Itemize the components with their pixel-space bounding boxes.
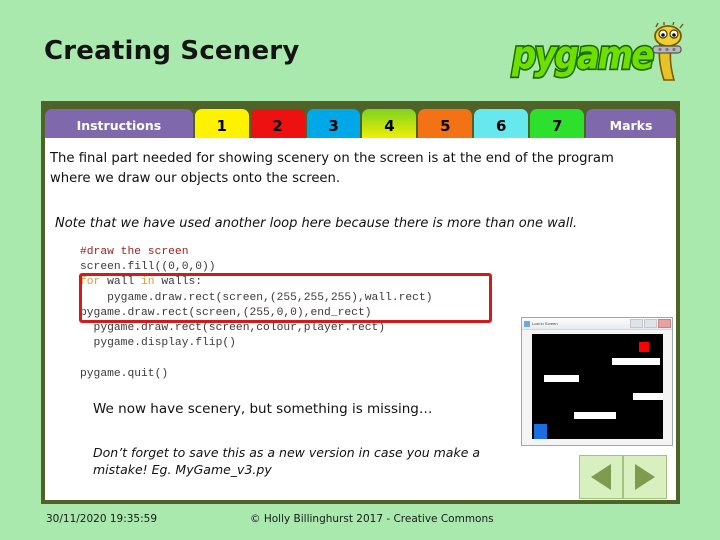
footer-timestamp: 30/11/2020 19:35:59 xyxy=(46,513,158,525)
scenery-result-text: We now have scenery, but something is mi… xyxy=(93,401,433,417)
tab-label: 6 xyxy=(496,116,507,135)
back-arrow-icon xyxy=(591,464,611,490)
tab-label: Instructions xyxy=(76,118,162,133)
tab-label: 7 xyxy=(551,116,563,135)
minimize-icon xyxy=(630,319,643,328)
save-tip-text: Don’t forget to save this as a new versi… xyxy=(93,445,481,477)
note-paragraph: Note that we have used another loop here… xyxy=(55,216,578,231)
tab-label: 2 xyxy=(272,116,283,135)
code-line: pygame.quit() xyxy=(80,367,169,380)
forward-arrow-icon xyxy=(635,464,655,490)
footer-copyright: © Holly Billinghurst 2017 - Creative Com… xyxy=(250,513,494,525)
code-line: pygame.display.flip() xyxy=(80,337,236,350)
window-title-text: Lost in Screen xyxy=(532,321,558,326)
tab-label: 4 xyxy=(384,116,395,135)
forward-button[interactable] xyxy=(623,455,667,499)
tab-bar[interactable]: Instructions 1 2 3 4 5 6 7 Marks xyxy=(41,101,680,142)
close-icon xyxy=(658,319,671,328)
window-app-icon xyxy=(524,320,530,327)
intro-paragraph: The final part needed for showing scener… xyxy=(50,151,614,186)
back-button[interactable] xyxy=(579,455,623,499)
maximize-icon xyxy=(644,319,657,328)
tab-label: 1 xyxy=(216,116,227,135)
navigation-buttons[interactable] xyxy=(579,455,667,499)
code-block: #draw the screen screen.fill((0,0,0)) for … xyxy=(80,245,433,382)
code-line: #draw the screen xyxy=(80,246,189,258)
code-line: pygame.draw.rect(screen,(255,255,255),wa… xyxy=(80,291,433,304)
window-titlebar: Lost in Screen xyxy=(522,318,672,330)
snake-mascot-icon xyxy=(652,22,684,81)
game-wall xyxy=(632,393,663,400)
code-line: pygame.draw.rect(screen,(255,0,0),end_re… xyxy=(80,306,372,319)
game-wall xyxy=(573,412,616,419)
pygame-window-screenshot: Lost in Screen xyxy=(521,317,673,446)
tab-label: 3 xyxy=(328,116,339,135)
window-controls xyxy=(630,319,671,328)
pygame-logo-text: pygame xyxy=(512,33,654,79)
pygame-logo: pygame pygame xyxy=(508,22,688,90)
page-title: Creating Scenery xyxy=(44,36,300,66)
code-line: pygame.draw.rect(screen,colour,player.re… xyxy=(80,322,386,335)
game-wall xyxy=(543,375,579,382)
tab-label: Marks xyxy=(609,118,653,133)
code-line: screen.fill((0,0,0)) xyxy=(80,261,216,274)
game-canvas xyxy=(531,334,663,439)
game-wall xyxy=(611,358,660,365)
game-player-rect xyxy=(533,424,547,439)
tab-label: 5 xyxy=(440,116,451,135)
code-line: for wall in walls: xyxy=(80,276,203,289)
window-title-group: Lost in Screen xyxy=(523,320,558,327)
game-end-rect xyxy=(638,342,649,352)
